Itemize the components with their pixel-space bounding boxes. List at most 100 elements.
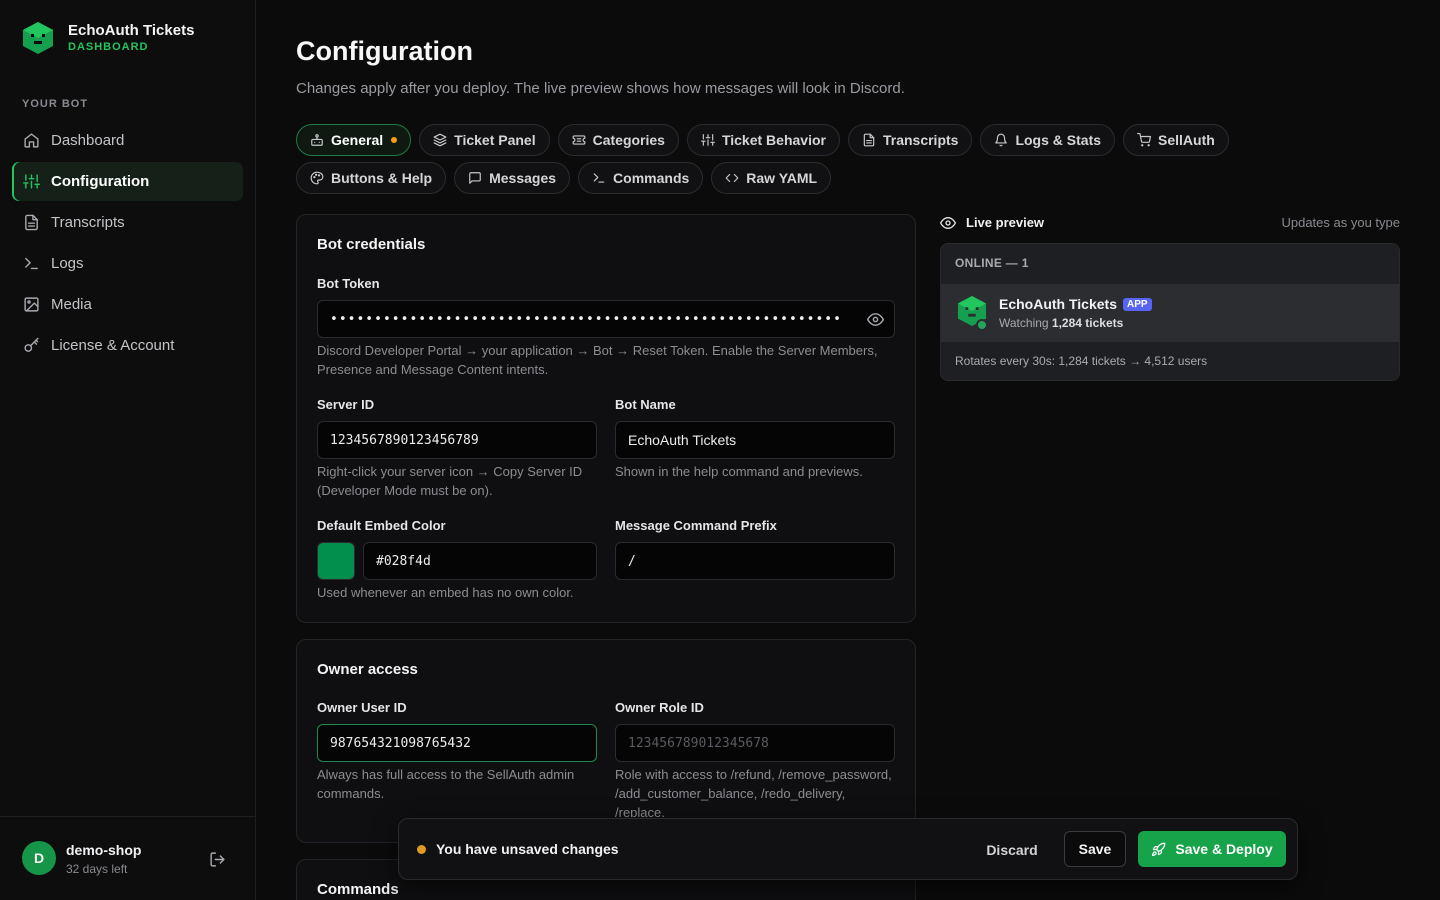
tab-logs-stats[interactable]: Logs & Stats — [980, 124, 1116, 156]
prefix-input[interactable]: / — [615, 542, 895, 580]
owner-role-id-input[interactable]: 123456789012345678 — [615, 724, 895, 762]
sliders-icon — [700, 134, 715, 146]
image-icon — [24, 297, 39, 312]
unsaved-message: You have unsaved changes — [436, 841, 619, 857]
bot-token-help: Discord Developer Portal → your applicat… — [317, 343, 878, 377]
unsaved-changes-bar: You have unsaved changes Discard Save Sa… — [398, 818, 1298, 880]
owner-role-id-help: Role with access to /refund, /remove_pas… — [615, 767, 892, 817]
embed-color-swatch[interactable] — [317, 542, 355, 580]
bot-token-input[interactable]: ••••••••••••••••••••••••••••••••••••••••… — [317, 300, 895, 338]
palette-icon — [310, 171, 324, 185]
layers-icon — [433, 133, 447, 147]
user-panel: D demo-shop 32 days left — [0, 816, 255, 900]
member-list-header: ONLINE — 1 — [955, 256, 1029, 270]
preview-bot-name-row: EchoAuth Tickets APP — [999, 296, 1152, 312]
sidebar-item-label: Configuration — [51, 173, 150, 190]
eye-icon[interactable] — [867, 311, 884, 328]
sliders-icon — [23, 174, 40, 189]
tab-label: Commands — [613, 170, 690, 186]
terminal-icon — [593, 173, 605, 183]
user-name: demo-shop — [66, 842, 142, 858]
discord-preview: ONLINE — 1 EchoAuth Tickets APP Watching … — [940, 243, 1400, 381]
tab-messages[interactable]: Messages — [454, 162, 571, 194]
tab-label: SellAuth — [1158, 132, 1215, 148]
server-id-label: Server ID — [317, 397, 375, 412]
card-title: Owner access — [317, 661, 418, 678]
rocket-icon — [1152, 842, 1166, 856]
tab-raw-yaml[interactable]: Raw YAML — [711, 162, 832, 194]
save-button[interactable]: Save — [1064, 831, 1126, 867]
bot-token-label: Bot Token — [317, 276, 380, 291]
tab-label: Logs & Stats — [1015, 132, 1102, 148]
app-root: EchoAuth Tickets DASHBOARD YOUR BOT Dash… — [0, 0, 1440, 900]
avatar[interactable]: D — [22, 841, 56, 875]
tab-sellauth[interactable]: SellAuth — [1123, 124, 1229, 156]
preview-note: Updates as you type — [1281, 215, 1400, 230]
tab-label: Categories — [592, 132, 665, 148]
discard-button[interactable]: Discard — [975, 832, 1049, 868]
message-icon — [469, 172, 481, 184]
bot-credentials-card: Bot credentials Bot Token ••••••••••••••… — [296, 214, 916, 623]
preview-status: Watching 1,284 tickets — [999, 316, 1123, 330]
embed-color-input[interactable]: #028f4d — [363, 542, 597, 580]
bot-name-label: Bot Name — [615, 397, 676, 412]
config-tabs: General Ticket Panel Categories Ticket B… — [296, 124, 1356, 200]
tab-label: Transcripts — [882, 132, 959, 148]
bot-name-input[interactable]: EchoAuth Tickets — [615, 421, 895, 459]
preview-status-prefix: Watching — [999, 316, 1052, 330]
sidebar-item-license-account[interactable]: License & Account — [12, 326, 243, 365]
document-icon — [25, 214, 38, 231]
tab-ticket-panel[interactable]: Ticket Panel — [419, 124, 550, 156]
card-title: Bot credentials — [317, 236, 426, 253]
save-deploy-button[interactable]: Save & Deploy — [1138, 831, 1286, 867]
brand[interactable]: EchoAuth Tickets DASHBOARD — [22, 21, 194, 55]
sidebar-item-label: Logs — [51, 255, 84, 272]
unsaved-indicator-dot — [417, 845, 426, 854]
tab-buttons-help[interactable]: Buttons & Help — [296, 162, 447, 194]
document-icon — [863, 133, 875, 147]
cart-icon — [1137, 133, 1152, 147]
terminal-icon — [25, 257, 38, 270]
license-days-left: 32 days left — [66, 862, 128, 876]
preview-bot-name: EchoAuth Tickets — [999, 296, 1117, 312]
sidebar-item-configuration[interactable]: Configuration — [12, 162, 243, 201]
sidebar-item-logs[interactable]: Logs — [12, 244, 243, 283]
ticket-icon — [572, 135, 586, 145]
tab-ticket-behavior[interactable]: Ticket Behavior — [686, 124, 840, 156]
embed-color-help: Used whenever an embed has no own color. — [317, 585, 574, 600]
main-content: Configuration Changes apply after you de… — [256, 0, 1440, 900]
sidebar-item-media[interactable]: Media — [12, 285, 243, 324]
sidebar: EchoAuth Tickets DASHBOARD YOUR BOT Dash… — [0, 0, 256, 900]
card-title: Commands — [317, 881, 399, 898]
owner-user-id-help: Always has full access to the SellAuth a… — [317, 767, 575, 801]
sidebar-item-label: Transcripts — [51, 214, 125, 231]
preview-footer: Rotates every 30s: 1,284 tickets → 4,512… — [955, 354, 1208, 368]
sidebar-nav: Dashboard Configuration Transcripts Logs… — [12, 121, 243, 367]
sidebar-item-dashboard[interactable]: Dashboard — [12, 121, 243, 160]
owner-role-id-label: Owner Role ID — [615, 700, 704, 715]
brand-name: EchoAuth Tickets — [68, 22, 195, 39]
save-deploy-label: Save & Deploy — [1175, 841, 1273, 857]
sidebar-item-label: Dashboard — [51, 132, 125, 149]
app-badge: APP — [1123, 298, 1152, 311]
tab-commands[interactable]: Commands — [578, 162, 704, 194]
unsaved-dot — [391, 137, 398, 143]
brand-subtitle: DASHBOARD — [68, 41, 149, 53]
tab-categories[interactable]: Categories — [557, 124, 679, 156]
tab-label: Ticket Panel — [454, 132, 536, 148]
cube-logo-icon — [23, 22, 53, 54]
owner-user-id-input[interactable]: 987654321098765432 — [317, 724, 597, 762]
logout-icon[interactable] — [209, 851, 226, 868]
tab-label: Buttons & Help — [331, 170, 433, 186]
sidebar-section-label: YOUR BOT — [22, 98, 89, 110]
owner-access-card: Owner access Owner User ID 9876543210987… — [296, 639, 916, 843]
tab-transcripts[interactable]: Transcripts — [847, 124, 973, 156]
page-title: Configuration — [296, 36, 473, 66]
preview-title: Live preview — [966, 215, 1045, 230]
tab-label: General — [331, 132, 384, 148]
server-id-input[interactable]: 1234567890123456789 — [317, 421, 597, 459]
tab-label: Raw YAML — [746, 170, 818, 186]
prefix-label: Message Command Prefix — [615, 518, 777, 533]
tab-general[interactable]: General — [296, 124, 412, 156]
sidebar-item-transcripts[interactable]: Transcripts — [12, 203, 243, 242]
